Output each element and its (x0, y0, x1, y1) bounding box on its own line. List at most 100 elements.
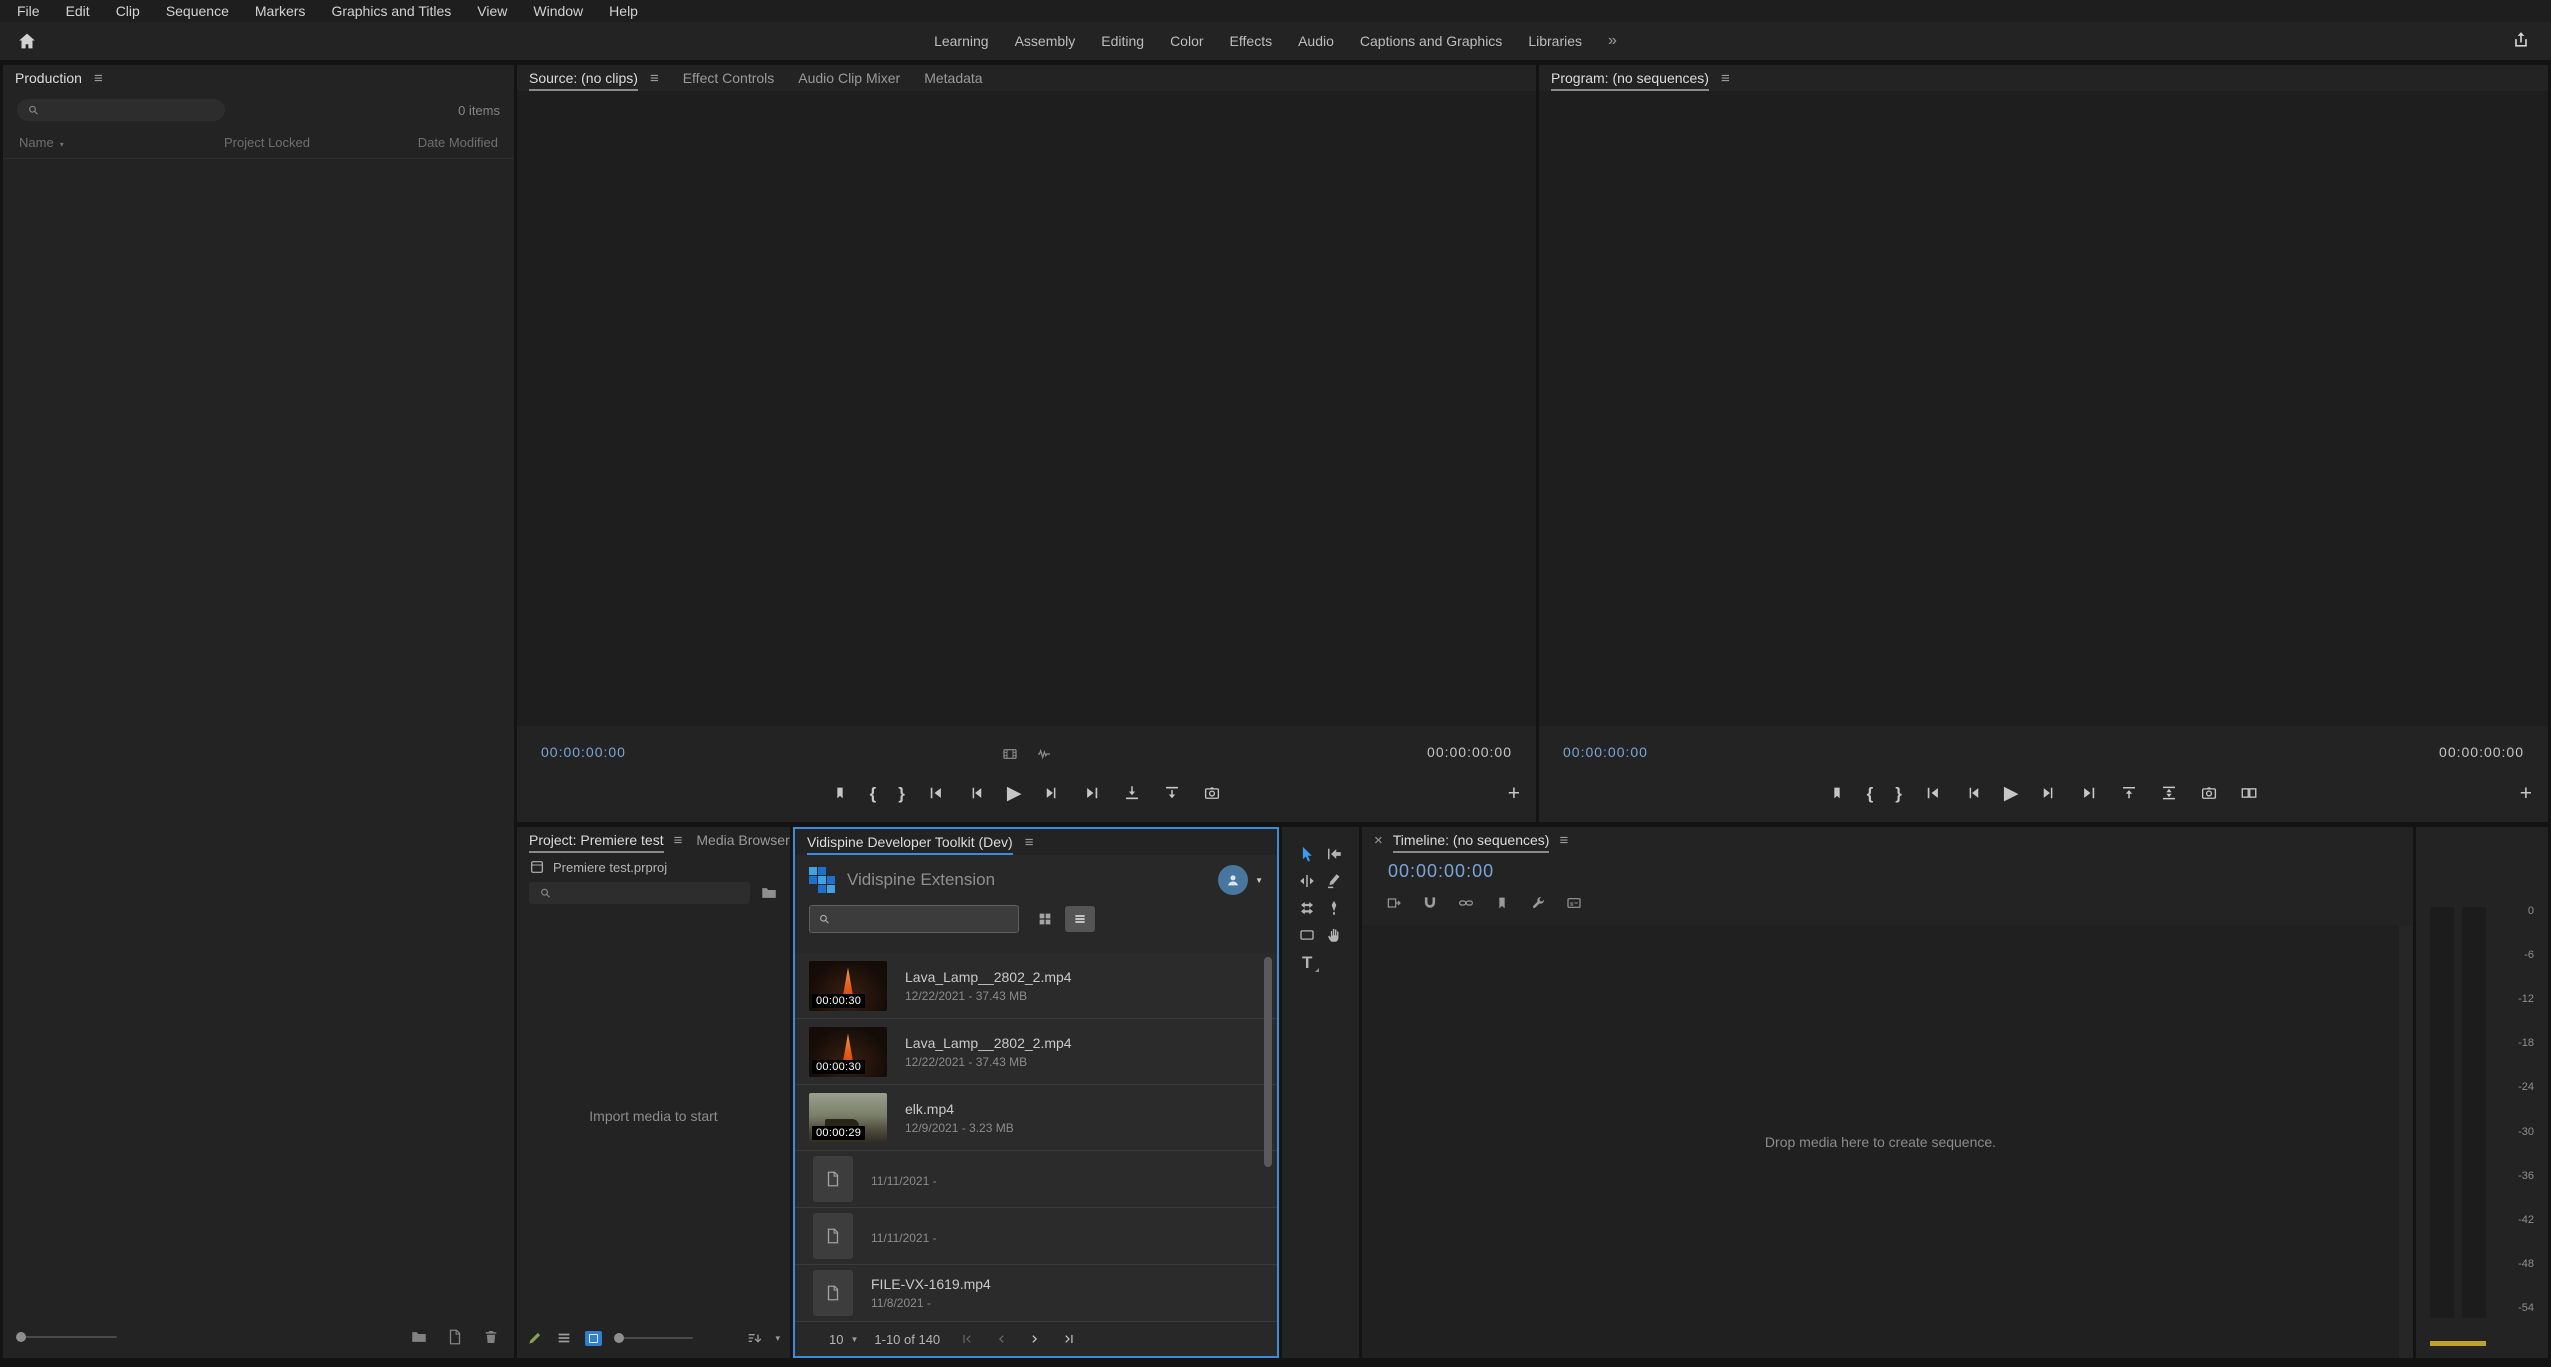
column-project-locked[interactable]: Project Locked (224, 135, 418, 150)
source-panel-menu-icon[interactable]: ≡ (650, 71, 659, 86)
workspace-captions-graphics[interactable]: Captions and Graphics (1360, 33, 1502, 49)
vidispine-panel-menu-icon[interactable]: ≡ (1025, 835, 1034, 850)
media-list-item[interactable]: 11/11/2021 - (795, 1151, 1277, 1208)
workspace-learning[interactable]: Learning (934, 33, 989, 49)
workspace-effects[interactable]: Effects (1230, 33, 1273, 49)
production-panel-menu-icon[interactable]: ≡ (94, 71, 103, 86)
production-search[interactable] (17, 99, 225, 121)
selection-tool[interactable] (1294, 841, 1320, 867)
next-page-icon[interactable] (1028, 1332, 1042, 1346)
media-list-item[interactable]: FILE-VX-1619.mp4 11/8/2021 - (795, 1265, 1277, 1322)
search-bin-folder-icon[interactable] (760, 884, 778, 902)
add-marker-icon[interactable] (832, 785, 848, 801)
tab-effect-controls[interactable]: Effect Controls (683, 65, 775, 91)
slip-tool[interactable] (1294, 895, 1320, 921)
page-size-select[interactable]: 10 ▼ (829, 1332, 858, 1347)
menu-view[interactable]: View (464, 0, 520, 22)
list-view-icon[interactable] (556, 1330, 572, 1346)
ripple-edit-tool[interactable] (1294, 868, 1320, 894)
linked-selection-icon[interactable] (1458, 895, 1474, 911)
menu-graphics-titles[interactable]: Graphics and Titles (318, 0, 464, 22)
go-to-in-icon[interactable] (927, 784, 945, 802)
project-search[interactable] (529, 882, 750, 904)
column-name[interactable]: Name ▾ (19, 135, 224, 150)
project-file-row[interactable]: Premiere test.prproj (517, 853, 790, 877)
mark-out-icon[interactable]: } (898, 785, 905, 802)
project-search-input[interactable] (559, 885, 740, 902)
button-editor-add-icon[interactable]: + (1508, 783, 1520, 804)
menu-help[interactable]: Help (596, 0, 651, 22)
close-panel-icon[interactable]: × (1374, 833, 1383, 848)
home-button[interactable] (16, 30, 38, 52)
quick-export-button[interactable] (2511, 30, 2531, 50)
previous-page-icon[interactable] (994, 1332, 1008, 1346)
workspace-audio[interactable]: Audio (1298, 33, 1334, 49)
workspace-libraries[interactable]: Libraries (1528, 33, 1582, 49)
timeline-playhead-timecode[interactable]: 00:00:00:00 (1388, 861, 1494, 882)
menu-window[interactable]: Window (520, 0, 596, 22)
workspace-editing[interactable]: Editing (1101, 33, 1144, 49)
timeline-panel-menu-icon[interactable]: ≡ (1559, 833, 1568, 848)
tab-audio-clip-mixer[interactable]: Audio Clip Mixer (798, 65, 900, 91)
menu-sequence[interactable]: Sequence (153, 0, 242, 22)
program-panel-menu-icon[interactable]: ≡ (1721, 71, 1730, 86)
list-view-button-active[interactable] (1065, 906, 1095, 932)
tab-program[interactable]: Program: (no sequences) (1551, 65, 1709, 91)
tab-project[interactable]: Project: Premiere test (529, 827, 664, 853)
media-list-item[interactable]: 11/11/2021 - (795, 1208, 1277, 1265)
type-tool[interactable]: T (1294, 949, 1320, 975)
thumbnail-zoom-slider[interactable] (17, 1336, 117, 1338)
tab-metadata[interactable]: Metadata (924, 65, 982, 91)
nest-sequences-icon[interactable] (1386, 895, 1402, 911)
trash-icon[interactable] (482, 1328, 500, 1346)
tab-vidispine-toolkit[interactable]: Vidispine Developer Toolkit (Dev) (807, 829, 1013, 855)
tab-source[interactable]: Source: (no clips) (529, 65, 638, 91)
insert-icon[interactable] (1123, 784, 1141, 802)
sort-icons-icon[interactable] (746, 1330, 762, 1346)
grid-view-button[interactable] (1037, 910, 1053, 928)
hand-tool[interactable] (1321, 922, 1347, 948)
step-forward-icon[interactable] (1043, 784, 1061, 802)
zoom-slider-knob[interactable] (16, 1332, 26, 1342)
timeline-scrollbar[interactable] (2399, 925, 2413, 1358)
pen-tool[interactable] (1321, 895, 1347, 921)
button-editor-add-icon[interactable]: + (2520, 783, 2532, 804)
captions-icon[interactable] (1566, 895, 1582, 911)
menu-file[interactable]: File (4, 0, 53, 22)
overwrite-icon[interactable] (1163, 784, 1181, 802)
workspace-color[interactable]: Color (1170, 33, 1203, 49)
lift-icon[interactable] (2120, 784, 2138, 802)
source-current-timecode[interactable]: 00:00:00:00 (541, 744, 626, 760)
new-bin-icon[interactable] (410, 1328, 428, 1346)
snap-magnet-icon[interactable] (1422, 895, 1438, 911)
chevron-down-icon[interactable]: ▾ (775, 1333, 780, 1344)
comparison-view-icon[interactable] (2240, 784, 2258, 802)
menu-markers[interactable]: Markers (242, 0, 319, 22)
user-avatar[interactable] (1218, 865, 1248, 895)
workspace-assembly[interactable]: Assembly (1015, 33, 1076, 49)
razor-tool[interactable] (1321, 868, 1347, 894)
project-writable-pencil-icon[interactable] (527, 1330, 543, 1346)
timeline-track-area[interactable]: Drop media here to create sequence. (1362, 925, 2399, 1358)
mark-in-icon[interactable]: { (1867, 785, 1874, 802)
program-current-timecode[interactable]: 00:00:00:00 (1563, 744, 1648, 760)
mark-out-icon[interactable]: } (1895, 785, 1902, 802)
add-marker-icon[interactable] (1829, 785, 1845, 801)
media-list-item[interactable]: 00:00:29 elk.mp4 12/9/2021 - 3.23 MB (795, 1085, 1277, 1151)
project-panel-menu-icon[interactable]: ≡ (674, 833, 683, 848)
production-search-input[interactable] (47, 102, 215, 119)
tab-timeline[interactable]: Timeline: (no sequences) (1393, 827, 1550, 853)
go-to-in-icon[interactable] (1924, 784, 1942, 802)
play-icon[interactable]: ▶ (2004, 784, 2019, 803)
export-frame-icon[interactable] (1203, 784, 1221, 802)
list-scrollbar-thumb[interactable] (1264, 957, 1272, 1167)
step-back-icon[interactable] (967, 784, 985, 802)
step-forward-icon[interactable] (2040, 784, 2058, 802)
first-page-icon[interactable] (960, 1332, 974, 1346)
export-frame-icon[interactable] (2200, 784, 2218, 802)
icon-view-icon[interactable] (585, 1331, 602, 1346)
vidispine-search-input[interactable] (838, 911, 1010, 928)
zoom-slider-knob[interactable] (614, 1333, 624, 1343)
menu-edit[interactable]: Edit (53, 0, 103, 22)
media-list-item[interactable]: 00:00:30 Lava_Lamp__2802_2.mp4 12/22/202… (795, 1019, 1277, 1085)
